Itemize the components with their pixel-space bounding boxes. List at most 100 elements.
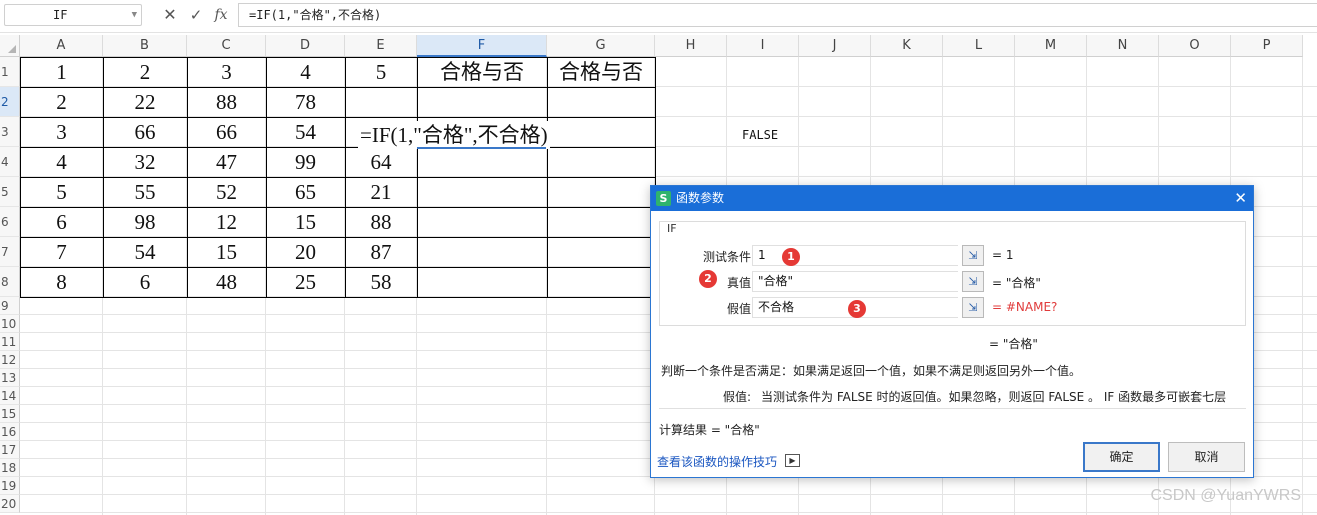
cell-f7[interactable]: [417, 237, 548, 268]
row-header-18[interactable]: 18: [0, 459, 20, 477]
column-header-n[interactable]: N: [1087, 35, 1159, 57]
row-header-15[interactable]: 15: [0, 405, 20, 423]
cell-f5[interactable]: [417, 177, 548, 208]
chevron-down-icon[interactable]: ▼: [132, 5, 137, 25]
row-header-9[interactable]: 9: [0, 297, 20, 315]
name-box[interactable]: IF ▼: [4, 4, 142, 26]
cell-g7[interactable]: [547, 237, 656, 268]
cell-f2[interactable]: [417, 87, 548, 118]
cell-e2-editing[interactable]: =IF(1,"合格",不合格): [358, 121, 550, 149]
column-header-o[interactable]: O: [1159, 35, 1231, 57]
row-header-3[interactable]: 3: [0, 117, 20, 147]
cell-a6[interactable]: 6: [20, 207, 104, 238]
row-header-10[interactable]: 10: [0, 315, 20, 333]
cell-f8[interactable]: [417, 267, 548, 298]
function-help-link[interactable]: 查看该函数的操作技巧: [657, 453, 777, 470]
range-select-icon[interactable]: ⇲: [962, 271, 984, 292]
column-header-d[interactable]: D: [266, 35, 345, 57]
cell-f1[interactable]: 合格与否: [417, 57, 548, 88]
row-header-8[interactable]: 8: [0, 267, 20, 297]
row-header-14[interactable]: 14: [0, 387, 20, 405]
cell-e6[interactable]: 88: [345, 207, 418, 238]
cell-d5[interactable]: 65: [266, 177, 346, 208]
column-header-h[interactable]: H: [655, 35, 727, 57]
row-header-4[interactable]: 4: [0, 147, 20, 177]
cell-c1[interactable]: 3: [187, 57, 267, 88]
cell-d8[interactable]: 25: [266, 267, 346, 298]
cell-b5[interactable]: 55: [103, 177, 188, 208]
column-header-a[interactable]: A: [20, 35, 103, 57]
cell-d3[interactable]: 54: [266, 117, 346, 148]
cell-c7[interactable]: 15: [187, 237, 267, 268]
cell-d4[interactable]: 99: [266, 147, 346, 178]
cell-a4[interactable]: 4: [20, 147, 104, 178]
cell-b1[interactable]: 2: [103, 57, 188, 88]
cell-d1[interactable]: 4: [266, 57, 346, 88]
column-header-e[interactable]: E: [345, 35, 417, 57]
cell-f4[interactable]: [417, 147, 548, 178]
cell-e2[interactable]: [345, 87, 418, 118]
cell-b2[interactable]: 22: [103, 87, 188, 118]
cell-g4[interactable]: [547, 147, 656, 178]
column-header-g[interactable]: G: [547, 35, 655, 57]
row-header-7[interactable]: 7: [0, 237, 20, 267]
row-header-5[interactable]: 5: [0, 177, 20, 207]
cell-e7[interactable]: 87: [345, 237, 418, 268]
select-all-corner[interactable]: [0, 35, 20, 57]
check-icon[interactable]: ✓: [186, 5, 206, 25]
column-header-b[interactable]: B: [103, 35, 187, 57]
cell-b4[interactable]: 32: [103, 147, 188, 178]
cell-d2[interactable]: 78: [266, 87, 346, 118]
row-header-6[interactable]: 6: [0, 207, 20, 237]
cell-g8[interactable]: [547, 267, 656, 298]
cell-a5[interactable]: 5: [20, 177, 104, 208]
dialog-titlebar[interactable]: S 函数参数 ✕: [651, 186, 1253, 211]
row-header-11[interactable]: 11: [0, 333, 20, 351]
cell-a1[interactable]: 1: [20, 57, 104, 88]
cancel-icon[interactable]: ✕: [160, 5, 180, 25]
cell-a8[interactable]: 8: [20, 267, 104, 298]
cell-c3[interactable]: 66: [187, 117, 267, 148]
cell-c5[interactable]: 52: [187, 177, 267, 208]
cell-g6[interactable]: [547, 207, 656, 238]
column-header-f[interactable]: F: [417, 35, 547, 57]
row-header-12[interactable]: 12: [0, 351, 20, 369]
formula-input[interactable]: =IF(1,"合格",不合格): [238, 3, 1317, 27]
row-header-16[interactable]: 16: [0, 423, 20, 441]
column-header-m[interactable]: M: [1015, 35, 1087, 57]
cell-a2[interactable]: 2: [20, 87, 104, 118]
cell-c8[interactable]: 48: [187, 267, 267, 298]
cell-d6[interactable]: 15: [266, 207, 346, 238]
row-header-20[interactable]: 20: [0, 495, 20, 513]
column-header-i[interactable]: I: [727, 35, 799, 57]
cell-f6[interactable]: [417, 207, 548, 238]
cell-a7[interactable]: 7: [20, 237, 104, 268]
column-header-p[interactable]: P: [1231, 35, 1303, 57]
close-icon[interactable]: ✕: [1234, 186, 1247, 211]
arg-input-true-value[interactable]: "合格": [752, 271, 958, 292]
cell-g5[interactable]: [547, 177, 656, 208]
column-header-c[interactable]: C: [187, 35, 266, 57]
cell-e4[interactable]: 64: [345, 147, 418, 178]
cell-e1[interactable]: 5: [345, 57, 418, 88]
cell-b6[interactable]: 98: [103, 207, 188, 238]
cell-c6[interactable]: 12: [187, 207, 267, 238]
cell-b3[interactable]: 66: [103, 117, 188, 148]
row-header-19[interactable]: 19: [0, 477, 20, 495]
range-select-icon[interactable]: ⇲: [962, 245, 984, 266]
cell-c4[interactable]: 47: [187, 147, 267, 178]
cell-d7[interactable]: 20: [266, 237, 346, 268]
range-select-icon[interactable]: ⇲: [962, 297, 984, 318]
cell-e8[interactable]: 58: [345, 267, 418, 298]
row-header-2[interactable]: 2: [0, 87, 20, 117]
fx-icon[interactable]: fx: [211, 5, 231, 25]
row-header-17[interactable]: 17: [0, 441, 20, 459]
cell-c2[interactable]: 88: [187, 87, 267, 118]
cell-g2[interactable]: [547, 87, 656, 118]
cancel-button[interactable]: 取消: [1168, 442, 1245, 472]
cell-a3[interactable]: 3: [20, 117, 104, 148]
row-header-13[interactable]: 13: [0, 369, 20, 387]
cell-b7[interactable]: 54: [103, 237, 188, 268]
ok-button[interactable]: 确定: [1083, 442, 1160, 472]
cell-i2-value[interactable]: FALSE: [742, 128, 778, 142]
